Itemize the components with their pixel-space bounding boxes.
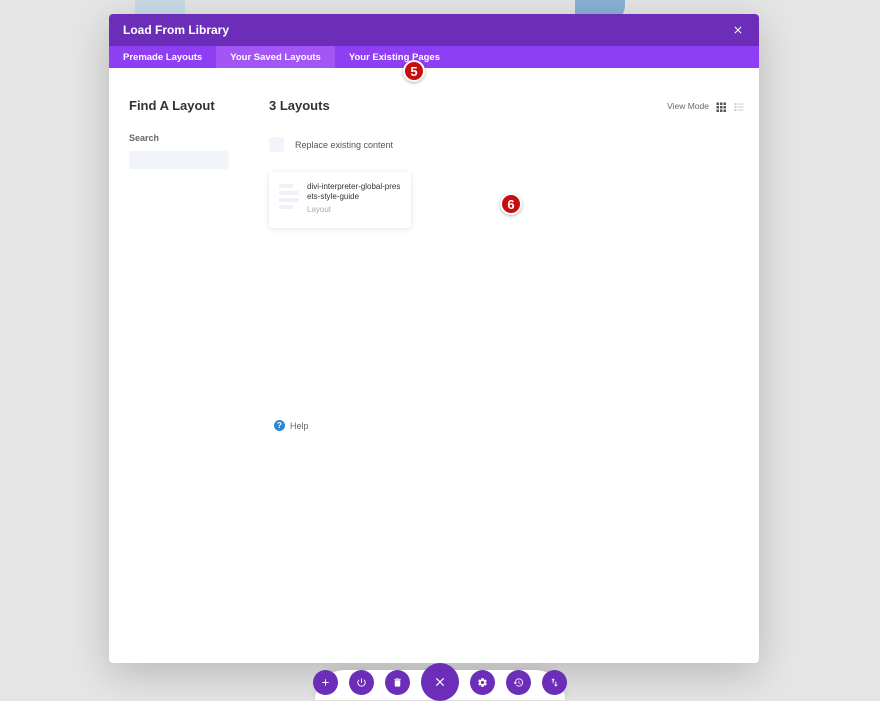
- tab-label: Your Saved Layouts: [230, 52, 321, 63]
- view-mode-label: View Mode: [667, 101, 709, 111]
- layout-info: divi-interpreter-global-presets-style-gu…: [307, 182, 401, 218]
- main-header: 3 Layouts View Mode: [269, 98, 745, 113]
- search-input[interactable]: [129, 151, 229, 169]
- history-button[interactable]: [506, 670, 531, 695]
- sidebar: Find A Layout Search: [129, 98, 259, 649]
- help-icon: ?: [274, 420, 285, 431]
- sidebar-heading: Find A Layout: [129, 98, 259, 113]
- annotation-6: 6: [500, 193, 522, 215]
- layout-type: Layout: [307, 205, 401, 214]
- sort-button[interactable]: [542, 670, 567, 695]
- replace-label: Replace existing content: [295, 140, 393, 150]
- main-panel: 3 Layouts View Mode Replace existing con…: [269, 98, 745, 649]
- help-label: Help: [290, 421, 309, 431]
- layout-thumbnail: [279, 182, 299, 218]
- power-button[interactable]: [349, 670, 374, 695]
- tab-label: Premade Layouts: [123, 52, 202, 63]
- close-toolbar-button[interactable]: [421, 663, 459, 701]
- view-mode-controls: View Mode: [667, 100, 745, 112]
- settings-button[interactable]: [470, 670, 495, 695]
- layout-card[interactable]: divi-interpreter-global-presets-style-gu…: [269, 172, 411, 228]
- grid-view-icon[interactable]: [715, 100, 727, 112]
- add-button[interactable]: [313, 670, 338, 695]
- close-icon[interactable]: [731, 23, 745, 37]
- bottom-toolbar: [313, 663, 567, 701]
- layouts-heading: 3 Layouts: [269, 98, 330, 113]
- layout-title: divi-interpreter-global-presets-style-gu…: [307, 182, 401, 203]
- tabs-bar: Premade Layouts Your Saved Layouts Your …: [109, 46, 759, 68]
- tab-premade-layouts[interactable]: Premade Layouts: [109, 46, 216, 68]
- tab-label: Your Existing Pages: [349, 52, 440, 63]
- search-label: Search: [129, 133, 259, 143]
- help-link[interactable]: ? Help: [274, 420, 309, 431]
- modal-body: Find A Layout Search 3 Layouts View Mode: [109, 68, 759, 663]
- tab-your-existing-pages[interactable]: Your Existing Pages: [335, 46, 454, 68]
- modal-header: Load From Library: [109, 14, 759, 46]
- replace-content-row: Replace existing content: [269, 137, 745, 152]
- replace-checkbox[interactable]: [269, 137, 284, 152]
- trash-button[interactable]: [385, 670, 410, 695]
- list-view-icon[interactable]: [733, 100, 745, 112]
- annotation-5: 5: [403, 60, 425, 82]
- modal-title: Load From Library: [123, 23, 229, 37]
- library-modal: Load From Library Premade Layouts Your S…: [109, 14, 759, 663]
- tab-your-saved-layouts[interactable]: Your Saved Layouts: [216, 46, 335, 68]
